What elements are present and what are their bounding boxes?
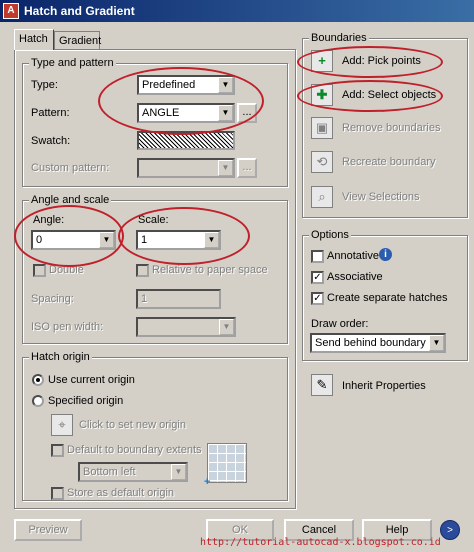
chevron-down-icon: ▼: [171, 464, 186, 480]
origin-marker-icon: +: [204, 476, 211, 488]
custom-browse-label: ...: [242, 161, 252, 173]
annotative-checkbox[interactable]: [311, 250, 324, 263]
angle-value: 0: [36, 234, 43, 246]
type-combo[interactable]: Predefined ▼: [137, 75, 235, 95]
type-label: Type:: [31, 79, 58, 91]
click-set-origin-label: Click to set new origin: [79, 419, 186, 431]
type-value: Predefined: [142, 79, 196, 91]
inherit-properties-label[interactable]: Inherit Properties: [342, 380, 426, 392]
crosshair-icon: ⌖: [58, 417, 66, 432]
type-pattern-group-label: Type and pattern: [29, 57, 116, 69]
default-boundary-extents-checkbox[interactable]: [51, 444, 64, 457]
options-group-label: Options: [309, 229, 351, 241]
specified-origin-radio[interactable]: [32, 395, 44, 407]
draw-order-value: Send behind boundary: [315, 337, 426, 349]
remove-boundaries-button[interactable]: ▣: [311, 117, 333, 139]
spacing-value: 1: [141, 293, 148, 305]
custom-pattern-combo[interactable]: ▼: [137, 158, 235, 178]
pick-points-icon: +: [318, 53, 326, 68]
scale-value: 1: [141, 234, 148, 246]
remove-boundaries-label: Remove boundaries: [342, 122, 441, 134]
tab-gradient[interactable]: Gradient: [54, 31, 102, 49]
title-bar: A Hatch and Gradient: [0, 0, 474, 22]
scale-label: Scale:: [138, 214, 169, 226]
pattern-combo[interactable]: ANGLE ▼: [137, 103, 235, 123]
scale-combo[interactable]: 1 ▼: [136, 230, 221, 250]
default-boundary-extents-label: Default to boundary extents: [67, 444, 202, 456]
info-icon[interactable]: i: [379, 248, 392, 261]
tab-hatch[interactable]: Hatch: [14, 29, 54, 50]
double-label: Double: [49, 264, 84, 276]
store-default-origin-checkbox[interactable]: [51, 487, 64, 500]
add-pick-points-button[interactable]: +: [311, 50, 333, 72]
iso-pen-width-label: ISO pen width:: [31, 321, 104, 333]
watermark-url: http://tutorial-autocad-x.blogspot.co.id: [200, 537, 441, 548]
origin-position-combo[interactable]: Bottom left ▼: [78, 462, 188, 482]
chevron-down-icon: ▼: [218, 77, 233, 93]
chevron-down-icon: ▼: [218, 160, 233, 176]
pattern-browse-label: ...: [242, 106, 252, 118]
angle-combo[interactable]: 0 ▼: [31, 230, 116, 250]
autocad-app-icon: A: [3, 3, 19, 19]
paintbrush-icon: ✎: [316, 377, 328, 392]
swatch-label: Swatch:: [31, 135, 71, 147]
angle-label: Angle:: [33, 214, 65, 226]
ok-label: OK: [232, 524, 248, 536]
separate-hatches-checkbox[interactable]: ✓: [311, 292, 324, 305]
chevron-down-icon: ▼: [429, 335, 444, 351]
tab-hatch-label: Hatch: [19, 33, 48, 45]
recreate-boundary-label: Recreate boundary: [342, 156, 436, 168]
specified-origin-label: Specified origin: [48, 395, 124, 407]
preview-button[interactable]: Preview: [14, 519, 82, 541]
origin-position-value: Bottom left: [83, 466, 136, 478]
help-label: Help: [385, 524, 409, 536]
window-title: Hatch and Gradient: [24, 4, 135, 18]
set-origin-button[interactable]: ⌖: [51, 414, 73, 436]
hatch-origin-group-label: Hatch origin: [29, 351, 92, 363]
angle-scale-group-label: Angle and scale: [29, 194, 112, 206]
relative-paper-space-checkbox[interactable]: [136, 264, 149, 277]
annotative-label: Annotative: [327, 250, 379, 262]
chevron-down-icon: ▼: [204, 232, 219, 248]
chevron-down-icon: ▼: [99, 232, 114, 248]
view-selections-label: View Selections: [342, 191, 420, 203]
view-selections-button[interactable]: ⌕: [311, 186, 333, 208]
draw-order-combo[interactable]: Send behind boundary ▼: [310, 333, 446, 353]
recreate-boundary-button[interactable]: ⟲: [311, 151, 333, 173]
iso-pen-width-combo[interactable]: ▼: [136, 317, 236, 337]
add-select-objects-button[interactable]: ✚: [311, 84, 333, 106]
select-objects-icon: ✚: [316, 87, 328, 102]
pattern-browse-button[interactable]: ...: [237, 103, 257, 123]
add-pick-points-label[interactable]: Add: Pick points: [342, 55, 421, 67]
relative-paper-space-label: Relative to paper space: [152, 264, 268, 276]
use-current-origin-radio[interactable]: [32, 374, 44, 386]
boundaries-group-label: Boundaries: [309, 32, 369, 44]
remove-boundary-icon: ▣: [315, 120, 329, 135]
draw-order-label: Draw order:: [311, 318, 369, 330]
custom-pattern-label: Custom pattern:: [31, 162, 110, 174]
cancel-label: Cancel: [301, 524, 337, 536]
inherit-properties-button[interactable]: ✎: [311, 374, 333, 396]
use-current-origin-label: Use current origin: [48, 374, 135, 386]
double-checkbox[interactable]: [33, 264, 46, 277]
origin-preview-icon: [207, 443, 247, 483]
custom-pattern-browse-button[interactable]: ...: [237, 158, 257, 178]
spacing-input[interactable]: 1: [136, 289, 221, 309]
chevron-down-icon: ▼: [219, 319, 234, 335]
separate-hatches-label: Create separate hatches: [327, 292, 448, 304]
spacing-label: Spacing:: [31, 293, 74, 305]
swatch-preview[interactable]: [137, 131, 235, 150]
associative-checkbox[interactable]: ✓: [311, 271, 324, 284]
magnifier-icon: ⌕: [318, 189, 326, 204]
more-options-arrow-icon[interactable]: >: [440, 520, 460, 540]
recreate-boundary-icon: ⟲: [316, 154, 328, 169]
pattern-label: Pattern:: [31, 107, 70, 119]
chevron-down-icon: ▼: [218, 105, 233, 121]
pattern-value: ANGLE: [142, 107, 180, 119]
preview-label: Preview: [28, 524, 68, 536]
add-select-objects-label[interactable]: Add: Select objects: [342, 89, 436, 101]
tab-gradient-label: Gradient: [59, 35, 102, 47]
associative-label: Associative: [327, 271, 383, 283]
store-default-origin-label: Store as default origin: [67, 487, 175, 499]
